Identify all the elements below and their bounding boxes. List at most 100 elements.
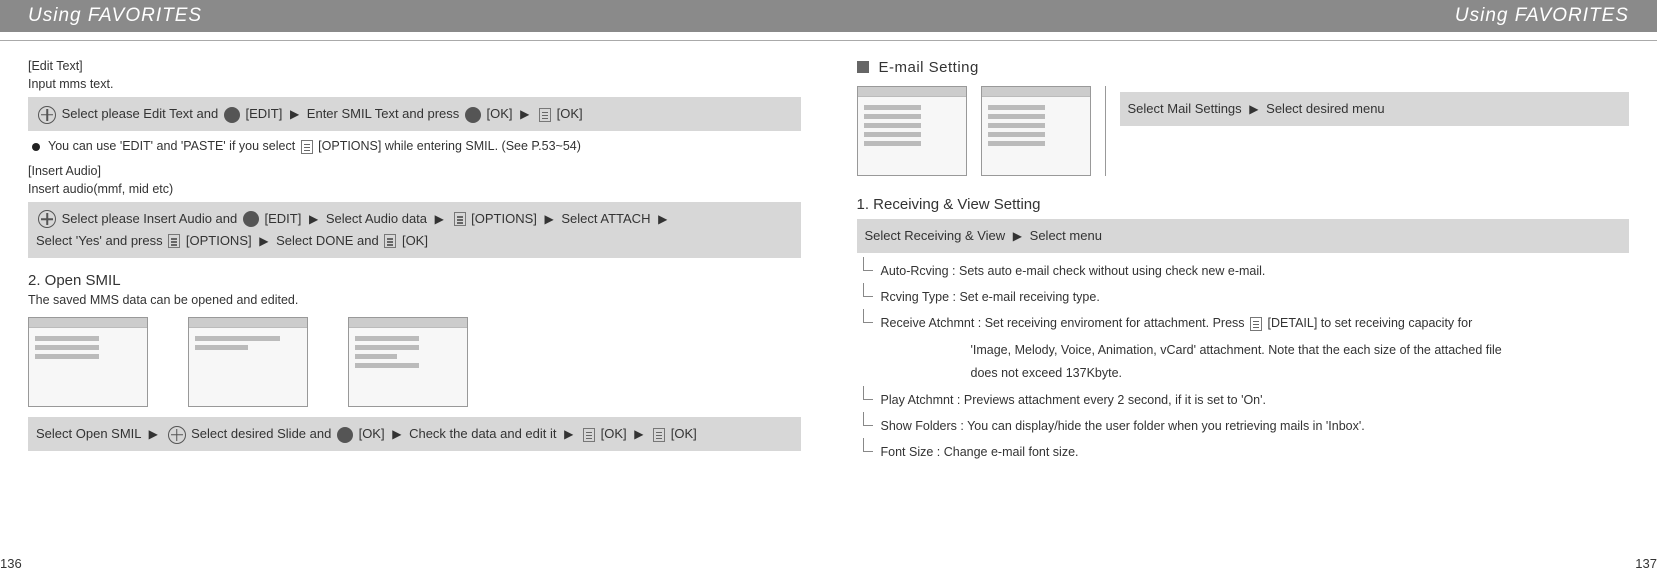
- open-smil-steps: Select Open SMIL ▶ Select desired Slide …: [28, 417, 801, 451]
- step-text: Select 'Yes' and press: [36, 233, 163, 248]
- step-text: [EDIT]: [265, 211, 302, 226]
- menu-key-icon: [168, 234, 180, 248]
- center-key-icon: [465, 107, 481, 123]
- step-text: [OK]: [402, 233, 428, 248]
- arrow-icon: ▶: [392, 424, 401, 444]
- phone-mock: [28, 317, 148, 407]
- right-page: Using FAVORITES E-mail Setting Select Ma…: [829, 0, 1657, 577]
- tree-branch-icon: [859, 289, 873, 303]
- open-smil-body: The saved MMS data can be opened and edi…: [28, 293, 801, 307]
- step-text: Select menu: [1030, 228, 1102, 243]
- step-text: [EDIT]: [245, 106, 282, 121]
- menu-key-icon: [653, 428, 665, 442]
- step-text: [OK]: [557, 106, 583, 121]
- phone-screenshots: [28, 317, 801, 407]
- phone-mock: [857, 86, 967, 176]
- menu-key-icon: [1250, 317, 1262, 331]
- arrow-icon: ▶: [290, 104, 299, 124]
- step-text: [OK]: [359, 426, 385, 441]
- step-text: Select please Insert Audio and: [62, 211, 238, 226]
- nav-icon: [168, 426, 186, 444]
- menu-key-icon: [384, 234, 396, 248]
- insert-audio-steps: Select please Insert Audio and [EDIT] ▶ …: [28, 202, 801, 258]
- insert-audio-body: Insert audio(mmf, mid etc): [28, 182, 801, 196]
- email-setting-header: E-mail Setting: [857, 59, 1630, 76]
- tree-item-show-folders: Show Folders : You can display/hide the …: [859, 416, 1630, 436]
- arrow-icon: ▶: [1013, 226, 1022, 246]
- step-text: Select desired Slide and: [191, 426, 331, 441]
- arrow-icon: ▶: [564, 424, 573, 444]
- menu-key-icon: [583, 428, 595, 442]
- arrow-icon: ▶: [435, 209, 444, 229]
- arrow-icon: ▶: [634, 424, 643, 444]
- note-text: [OPTIONS] while entering SMIL. (See P.53…: [318, 139, 581, 153]
- step-text: Select DONE and: [276, 233, 379, 248]
- divider: [0, 40, 829, 41]
- menu-key-icon: [539, 108, 551, 122]
- tree-text: Auto-Rcving : Sets auto e-mail check wit…: [881, 261, 1266, 281]
- arrow-icon: ▶: [309, 209, 318, 229]
- tree-indent-line: 'Image, Melody, Voice, Animation, vCard'…: [971, 339, 1630, 362]
- tree-branch-icon: [859, 444, 873, 458]
- receiving-bar: Select Receiving & View ▶ Select menu: [857, 219, 1630, 253]
- tree-branch-icon: [859, 418, 873, 432]
- receiving-heading: 1. Receiving & View Setting: [857, 196, 1630, 213]
- menu-key-icon: [454, 212, 466, 226]
- note-line: You can use 'EDIT' and 'PASTE' if you se…: [32, 139, 801, 154]
- email-setting-title: E-mail Setting: [879, 59, 979, 76]
- step-text: [OK]: [487, 106, 513, 121]
- vertical-divider: [1105, 86, 1106, 176]
- mail-settings-row: Select Mail Settings ▶ Select desired me…: [857, 86, 1630, 176]
- arrow-icon: ▶: [149, 424, 158, 444]
- tree-item-rcving-type: Rcving Type : Set e-mail receiving type.: [859, 287, 1630, 307]
- center-key-icon: [224, 107, 240, 123]
- arrow-icon: ▶: [259, 231, 268, 251]
- tree-text: Play Atchmnt : Previews attachment every…: [881, 390, 1267, 410]
- arrow-icon: ▶: [658, 209, 667, 229]
- step-text: [OK]: [601, 426, 627, 441]
- tree-item-auto-rcving: Auto-Rcving : Sets auto e-mail check wit…: [859, 261, 1630, 281]
- step-text: Select Mail Settings: [1128, 101, 1242, 116]
- step-text: Select Open SMIL: [36, 426, 141, 441]
- edit-text-steps: Select please Edit Text and [EDIT] ▶ Ent…: [28, 97, 801, 131]
- step-text: Check the data and edit it: [409, 426, 556, 441]
- note-text: You can use 'EDIT' and 'PASTE' if you se…: [48, 139, 295, 153]
- tree-item-receive-atchmnt: Receive Atchmnt : Set receiving envirome…: [859, 313, 1630, 333]
- arrow-icon: ▶: [1249, 99, 1258, 119]
- step-text: Select Audio data: [326, 211, 427, 226]
- mail-settings-bar: Select Mail Settings ▶ Select desired me…: [1120, 92, 1630, 126]
- edit-text-body: Input mms text.: [28, 77, 801, 91]
- edit-text-label: [Edit Text]: [28, 59, 801, 73]
- step-text: [OPTIONS]: [186, 233, 252, 248]
- settings-tree: Auto-Rcving : Sets auto e-mail check wit…: [859, 261, 1630, 462]
- open-smil-heading: 2. Open SMIL: [28, 272, 801, 289]
- right-banner: Using FAVORITES: [829, 0, 1657, 32]
- tree-text: Show Folders : You can display/hide the …: [881, 416, 1365, 436]
- tree-item-play-atchmnt: Play Atchmnt : Previews attachment every…: [859, 390, 1630, 410]
- center-key-icon: [337, 427, 353, 443]
- phone-mock: [348, 317, 468, 407]
- arrow-icon: ▶: [545, 209, 554, 229]
- tree-text: Receive Atchmnt : Set receiving envirome…: [881, 316, 1245, 330]
- square-marker-icon: [857, 61, 869, 73]
- divider: [829, 40, 1657, 41]
- step-text: Select ATTACH: [561, 211, 650, 226]
- center-key-icon: [243, 211, 259, 227]
- step-text: Select please Edit Text and: [62, 106, 219, 121]
- arrow-icon: ▶: [520, 104, 529, 124]
- step-text: Select desired menu: [1266, 101, 1385, 116]
- nav-icon: [38, 106, 56, 124]
- tree-text: Font Size : Change e-mail font size.: [881, 442, 1079, 462]
- left-banner: Using FAVORITES: [0, 0, 829, 32]
- step-text: [OPTIONS]: [471, 211, 537, 226]
- insert-audio-label: [Insert Audio]: [28, 164, 801, 178]
- tree-indent-line: does not exceed 137Kbyte.: [971, 362, 1630, 385]
- tree-branch-icon: [859, 315, 873, 329]
- tree-branch-icon: [859, 263, 873, 277]
- tree-branch-icon: [859, 392, 873, 406]
- phone-mock: [188, 317, 308, 407]
- tree-item-font-size: Font Size : Change e-mail font size.: [859, 442, 1630, 462]
- tree-text: Rcving Type : Set e-mail receiving type.: [881, 287, 1100, 307]
- page-number-right: 137: [1635, 556, 1657, 571]
- nav-icon: [38, 210, 56, 228]
